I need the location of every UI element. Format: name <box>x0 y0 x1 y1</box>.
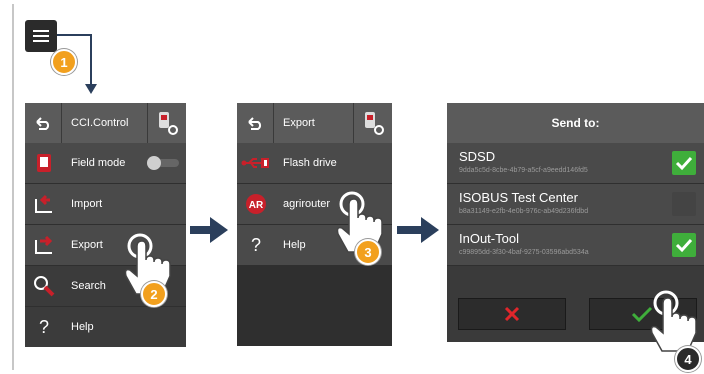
step-badge-3: 3 <box>355 239 381 265</box>
target-checkbox[interactable] <box>672 192 696 216</box>
help-icon: ? <box>250 234 261 255</box>
menu-item-label: Export <box>71 239 103 251</box>
menu-item-label: Help <box>71 321 94 333</box>
menu-item-flash-drive[interactable]: Flash drive <box>237 143 392 184</box>
step-badge-1: 1 <box>51 49 77 75</box>
import-icon <box>33 193 55 215</box>
panel-header: Export <box>237 103 392 143</box>
menu-item-label: Flash drive <box>283 157 337 169</box>
target-name: ISOBUS Test Center <box>459 190 578 205</box>
menu-item-label: Import <box>71 198 103 210</box>
menu-item-import[interactable]: Import <box>25 184 186 225</box>
back-arrow-icon <box>36 117 50 130</box>
back-button[interactable] <box>25 103 62 143</box>
left-margin-line <box>12 4 14 370</box>
menu-item-label: Help <box>283 239 306 251</box>
target-name: SDSD <box>459 149 496 164</box>
step-badge-2: 2 <box>141 281 167 307</box>
terminal-settings-icon <box>159 112 178 135</box>
target-id: c99895dd-3f30-4baf-9275-03596abd534a <box>459 249 589 256</box>
step-badge-4: 4 <box>675 346 701 372</box>
svg-text:AR: AR <box>249 200 264 211</box>
checkmark-icon <box>675 156 693 171</box>
target-row-isobus[interactable]: ISOBUS Test Center b8a31149-e2fb-4e0b-97… <box>447 184 704 225</box>
target-id: b8a31149-e2fb-4e0b-976c-ab49d236fdbd <box>459 208 589 215</box>
target-checkbox[interactable] <box>672 151 696 175</box>
cancel-button[interactable] <box>458 298 566 330</box>
menu-item-field-mode[interactable]: Field mode <box>25 143 186 184</box>
checkmark-icon <box>675 238 693 253</box>
terminal-settings-button[interactable] <box>147 103 186 143</box>
export-icon <box>33 234 55 256</box>
terminal-settings-icon <box>365 112 384 135</box>
target-name: InOut-Tool <box>459 231 519 246</box>
down-arrow-icon <box>85 84 97 94</box>
right-arrow-icon <box>190 217 228 243</box>
search-icon <box>33 275 55 297</box>
back-button[interactable] <box>237 103 274 143</box>
panel-title: CCI.Control <box>71 117 129 129</box>
agrirouter-logo: AR <box>245 193 267 215</box>
panel-header: CCI.Control <box>25 103 186 143</box>
connector-line-vertical <box>90 34 92 86</box>
usb-icon <box>241 152 271 174</box>
panel-title: Send to: <box>447 103 704 143</box>
target-checkbox[interactable] <box>672 233 696 257</box>
target-row-sdsd[interactable]: SDSD 9dda5c5d-8cbe-4b79-a5cf-a9eedd146fd… <box>447 143 704 184</box>
help-icon: ? <box>38 316 49 337</box>
target-id: 9dda5c5d-8cbe-4b79-a5cf-a9eedd146fd5 <box>459 167 588 174</box>
cci-control-panel: CCI.Control Field mode Import Export Sea… <box>25 103 186 347</box>
right-arrow-icon <box>397 217 439 243</box>
field-mode-toggle[interactable] <box>147 156 179 170</box>
terminal-settings-button[interactable] <box>353 103 392 143</box>
panel-title: Export <box>283 117 315 129</box>
back-arrow-icon <box>248 117 262 130</box>
connector-line <box>57 34 92 36</box>
menu-button[interactable] <box>25 20 57 52</box>
x-icon <box>504 306 520 322</box>
menu-item-label: Field mode <box>71 157 126 169</box>
target-row-inout-tool[interactable]: InOut-Tool c99895dd-3f30-4baf-9275-03596… <box>447 225 704 266</box>
field-mode-icon <box>33 152 55 174</box>
menu-item-help[interactable]: ? Help <box>25 307 186 347</box>
menu-item-label: agrirouter <box>283 198 331 210</box>
menu-item-label: Search <box>71 280 106 292</box>
